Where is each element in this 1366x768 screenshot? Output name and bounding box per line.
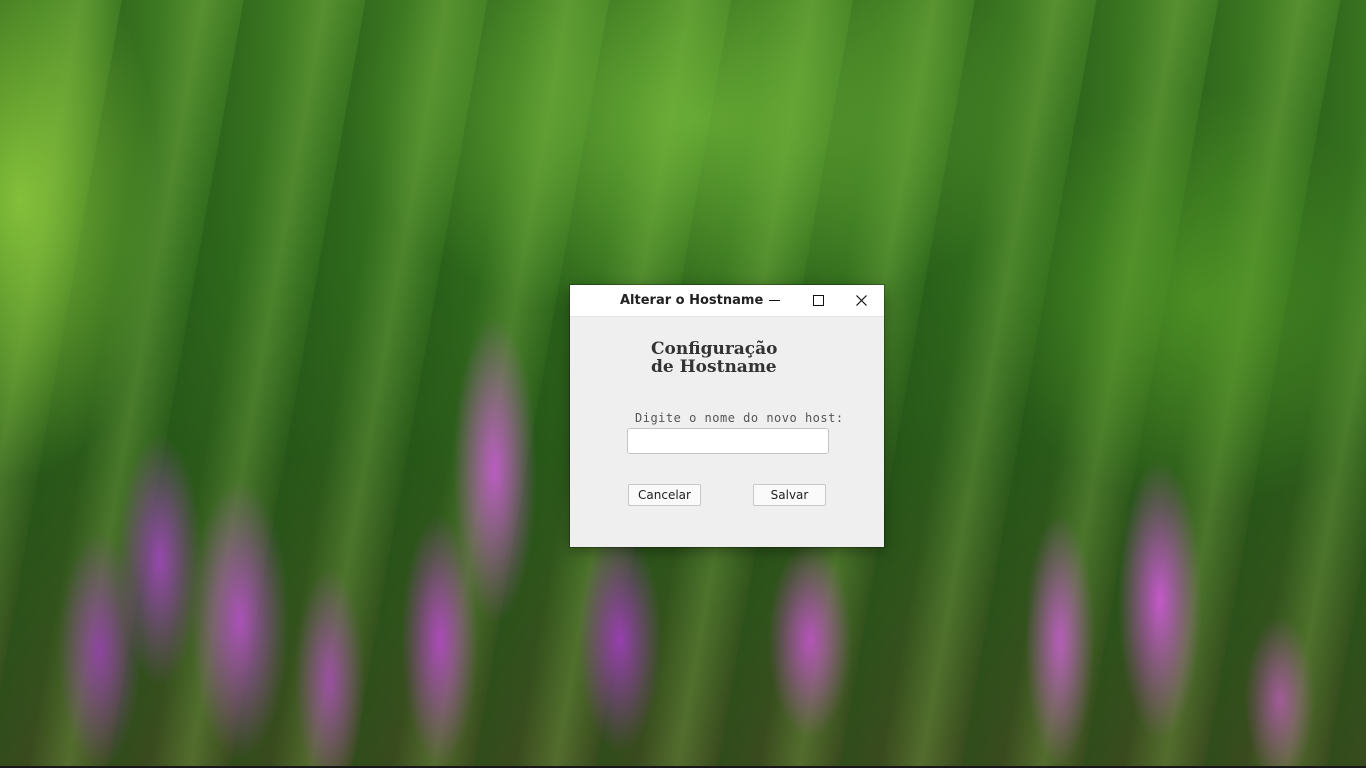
hostname-prompt-label: Digite o nome do novo host:	[635, 411, 844, 425]
cancel-button[interactable]: Cancelar	[628, 484, 701, 506]
close-button[interactable]	[840, 285, 884, 316]
title-bar[interactable]: Alterar o Hostname	[570, 285, 884, 317]
minimize-button[interactable]	[752, 285, 796, 316]
dialog-heading: Configuração de Hostname	[651, 340, 811, 376]
maximize-icon	[813, 295, 824, 306]
hostname-input[interactable]	[627, 428, 829, 454]
hostname-dialog: Alterar o Hostname Configuração de Hostn…	[570, 285, 884, 547]
window-title: Alterar o Hostname	[620, 293, 764, 308]
maximize-button[interactable]	[796, 285, 840, 316]
close-icon	[856, 295, 867, 306]
heading-line-2: de Hostname	[651, 357, 777, 377]
save-button[interactable]: Salvar	[753, 484, 826, 506]
minimize-icon	[769, 300, 780, 301]
heading-line-1: Configuração	[651, 339, 778, 359]
